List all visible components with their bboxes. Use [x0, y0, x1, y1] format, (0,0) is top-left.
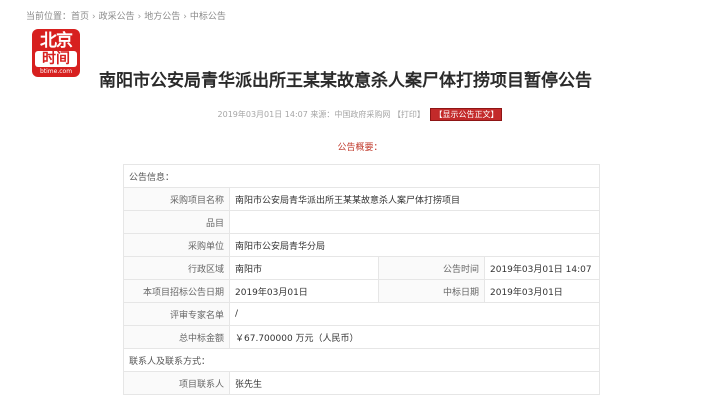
announcement-table: 公告信息： 采购项目名称 南阳市公安局青华派出所王某某故意杀人案尸体打捞项目 品…: [123, 164, 600, 395]
project-name-value: 南阳市公安局青华派出所王某某故意杀人案尸体打捞项目: [229, 187, 600, 211]
logo-text-line1: 北京: [40, 31, 73, 51]
purchaser-value: 南阳市公安局青华分局: [229, 233, 600, 257]
region-value: 南阳市: [229, 256, 379, 280]
logo-text-domain: btime.com: [39, 68, 73, 75]
publish-time-label: 公告时间: [378, 256, 485, 280]
bid-date-label: 本项目招标公告日期: [123, 279, 230, 303]
bid-date-value: 2019年03月01日: [229, 279, 379, 303]
award-date-value: 2019年03月01日: [484, 279, 600, 303]
page-title: 南阳市公安局青华派出所王某某故意杀人案尸体打捞项目暂停公告: [99, 71, 592, 91]
project-name-label: 采购项目名称: [123, 187, 230, 211]
breadcrumb-local-link[interactable]: 地方公告: [144, 12, 180, 22]
source-text: 来源：中国政府采购网: [310, 110, 391, 119]
logo-text-line2: 时间: [35, 51, 77, 67]
section-contact-info: 联系人及联系方式：: [123, 348, 600, 372]
items-label: 品目: [123, 210, 230, 234]
print-link[interactable]: 【打印】: [393, 110, 425, 119]
publish-datetime: 2019年03月01日 14:07: [217, 110, 308, 119]
amount-label: 总中标金额: [123, 325, 230, 349]
table-row: 采购项目名称 南阳市公安局青华派出所王某某故意杀人案尸体打捞项目: [123, 187, 600, 211]
amount-value: ￥67.700000 万元（人民币）: [229, 325, 600, 349]
table-row: 采购单位 南阳市公安局青华分局: [123, 233, 600, 257]
award-date-label: 中标日期: [378, 279, 485, 303]
breadcrumb-separator: ›: [92, 12, 96, 22]
breadcrumb-separator: ›: [137, 12, 142, 22]
show-notice-button[interactable]: 【显示公告正文】: [430, 108, 503, 121]
table-row: 行政区域 南阳市 公告时间 2019年03月01日 14:07: [123, 256, 600, 280]
btime-logo: 北京 时间 btime.com: [32, 29, 80, 77]
table-row: 本项目招标公告日期 2019年03月01日 中标日期 2019年03月01日: [123, 279, 600, 303]
table-row: 总中标金额 ￥67.700000 万元（人民币）: [123, 325, 600, 349]
breadcrumb-procurement-link[interactable]: 政采公告: [99, 12, 135, 22]
table-row: 联系人及联系方式：: [123, 348, 600, 372]
table-row: 品目: [123, 210, 600, 234]
breadcrumb-home-link[interactable]: 首页: [71, 12, 89, 22]
experts-label: 评审专家名单: [123, 302, 230, 326]
contact-value: 张先生: [229, 371, 600, 395]
table-row: 项目联系人 张先生: [123, 371, 600, 395]
experts-value: /: [229, 302, 600, 326]
summary-heading: 公告概要：: [337, 143, 383, 153]
table-row: 公告信息：: [123, 164, 600, 188]
table-row: 评审专家名单 /: [123, 302, 600, 326]
breadcrumb-award-link[interactable]: 中标公告: [190, 12, 226, 22]
article-meta: 2019年03月01日 14:07 来源：中国政府采购网 【打印】 【显示公告正…: [0, 108, 720, 121]
breadcrumb: 当前位置：首页 › 政采公告 › 地方公告 › 中标公告: [26, 9, 226, 22]
breadcrumb-separator: ›: [183, 12, 187, 22]
purchaser-label: 采购单位: [123, 233, 230, 257]
contact-label: 项目联系人: [123, 371, 230, 395]
breadcrumb-prefix: 当前位置：: [26, 12, 72, 22]
region-label: 行政区域: [123, 256, 230, 280]
publish-time-value: 2019年03月01日 14:07: [484, 256, 600, 280]
items-value: [229, 210, 600, 234]
section-announcement-info: 公告信息：: [123, 164, 600, 188]
